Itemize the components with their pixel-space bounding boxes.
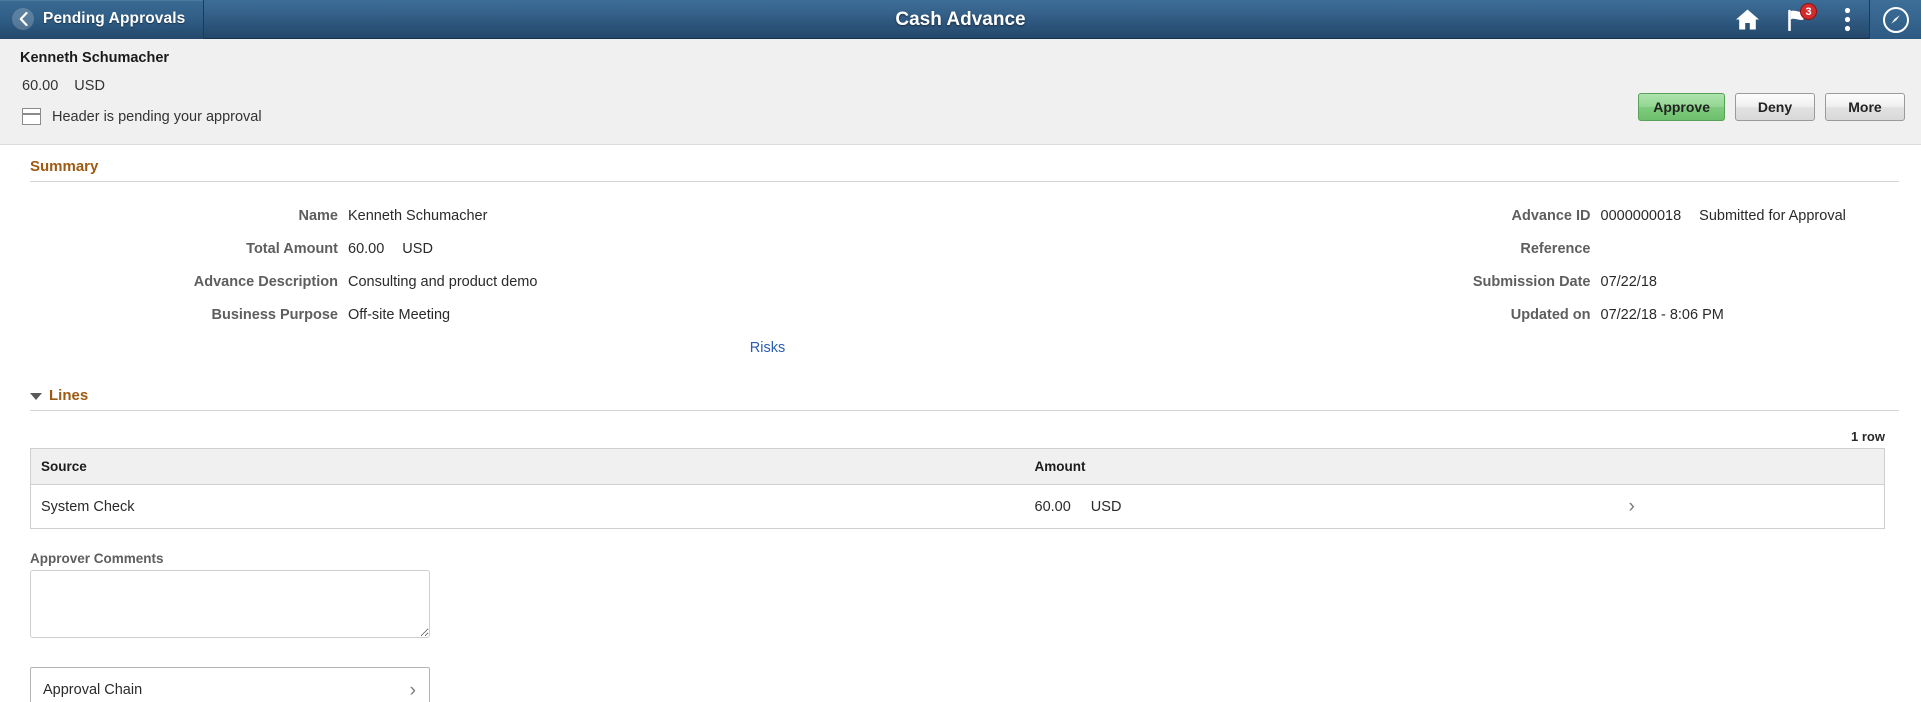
label-total-amount: Total Amount [246,241,338,257]
header-pending-icon [22,108,41,125]
lines-collapse-caret-icon[interactable] [30,392,42,400]
chevron-left-icon [12,8,34,30]
employee-name: Kenneth Schumacher [20,50,170,66]
value-submission-date-text: 07/22/18 [1600,274,1657,290]
summary-section-title: Summary [30,158,99,175]
actions-kebab-icon[interactable] [1825,0,1869,39]
value-name: Kenneth Schumacher [338,200,669,233]
page-title: Cash Advance [895,9,1026,30]
deny-button[interactable]: Deny [1735,93,1815,121]
compass-ring [1882,6,1909,33]
label-name: Name [298,208,339,224]
lines-section-header: Lines [0,365,1921,410]
value-updated-on: 07/22/18 - 8:06 PM [1591,299,1921,332]
approver-comments-input[interactable] [30,570,430,638]
lines-section-title: Lines [49,387,89,404]
approval-chain-button[interactable]: Approval Chain › [30,667,430,702]
label-updated-on: Updated on [1510,307,1591,323]
header-status-text: Header is pending your approval [52,108,262,125]
cell-amount-value: 60.00 [1034,498,1071,515]
value-total-amount-currency: USD [402,241,433,257]
value-advance-status-text: Submitted for Approval [1699,208,1846,224]
document-subheader: Kenneth Schumacher 60.00 USD Header is p… [0,39,1921,145]
label-submission-date: Submission Date [1472,274,1591,290]
value-advance-description: Consulting and product demo [338,266,669,299]
chevron-right-icon[interactable]: › [1629,497,1635,516]
back-to-pending-approvals-button[interactable]: Pending Approvals [0,0,205,39]
chevron-right-icon: › [409,679,416,701]
approval-action-buttons: Approve Deny More [1638,93,1905,121]
top-bar-icon-group: 3 [1721,0,1921,39]
approver-comments-section: Approver Comments [0,529,1921,643]
home-icon[interactable] [1721,0,1773,39]
approval-chain-label: Approval Chain [43,682,143,698]
label-business-purpose: Business Purpose [211,307,338,323]
value-advance-id-text: 0000000018 [1600,208,1682,224]
risks-link-cell: Risks [669,332,1921,365]
lines-row-count: 1 row [1851,429,1885,444]
more-button[interactable]: More [1825,93,1905,121]
column-header-actions [1614,448,1885,485]
label-advance-description: Advance Description [193,274,338,290]
header-amount-currency: USD [74,78,105,94]
notifications-flag-icon[interactable]: 3 [1773,0,1825,39]
lines-table: Source Amount System Check 60.00 USD › [30,448,1885,529]
notification-badge-count: 3 [1800,3,1817,20]
cell-source: System Check [30,484,1025,529]
approver-comments-label: Approver Comments [30,551,164,566]
cell-row-drilldown[interactable]: › [1614,484,1885,529]
back-button-label: Pending Approvals [43,10,186,27]
top-navigation-bar: Pending Approvals Cash Advance 3 [0,0,1921,39]
value-updated-on-text: 07/22/18 - 8:06 PM [1600,307,1724,323]
approve-button[interactable]: Approve [1638,93,1725,121]
summary-section-header: Summary [0,145,1921,181]
risks-link[interactable]: Risks [750,340,785,356]
value-reference [1591,233,1921,266]
cell-amount: 60.00 USD [1024,484,1615,529]
value-advance-id: 0000000018 Submitted for Approval [1591,200,1921,233]
header-amount-value: 60.00 [22,78,59,94]
value-submission-date: 07/22/18 [1591,266,1921,299]
header-status-row: Header is pending your approval [0,108,1921,125]
label-reference: Reference [1520,241,1591,257]
value-total-amount: 60.00 USD [338,233,669,266]
lines-divider [30,410,1899,411]
column-header-source[interactable]: Source [30,448,1025,485]
header-amount-row: 60.00 USD [0,77,1921,95]
lines-table-header-row: Source Amount [30,448,1885,485]
value-total-amount-text: 60.00 [348,241,385,257]
table-row[interactable]: System Check 60.00 USD › [30,484,1885,529]
value-name-text: Kenneth Schumacher [348,208,488,224]
value-business-purpose-text: Off-site Meeting [348,307,451,323]
label-advance-id: Advance ID [1511,208,1591,224]
cell-amount-currency: USD [1090,498,1122,515]
value-advance-description-text: Consulting and product demo [348,274,538,290]
nav-compass-icon[interactable] [1869,0,1921,39]
column-header-amount[interactable]: Amount [1024,448,1615,485]
summary-fields-grid: Name Kenneth Schumacher Advance ID 00000… [0,182,1921,365]
lines-table-wrapper: 1 row Source Amount System Check 60.00 U… [0,429,1921,529]
page-content: Summary Name Kenneth Schumacher Advance … [0,145,1921,702]
value-business-purpose: Off-site Meeting [338,299,669,332]
